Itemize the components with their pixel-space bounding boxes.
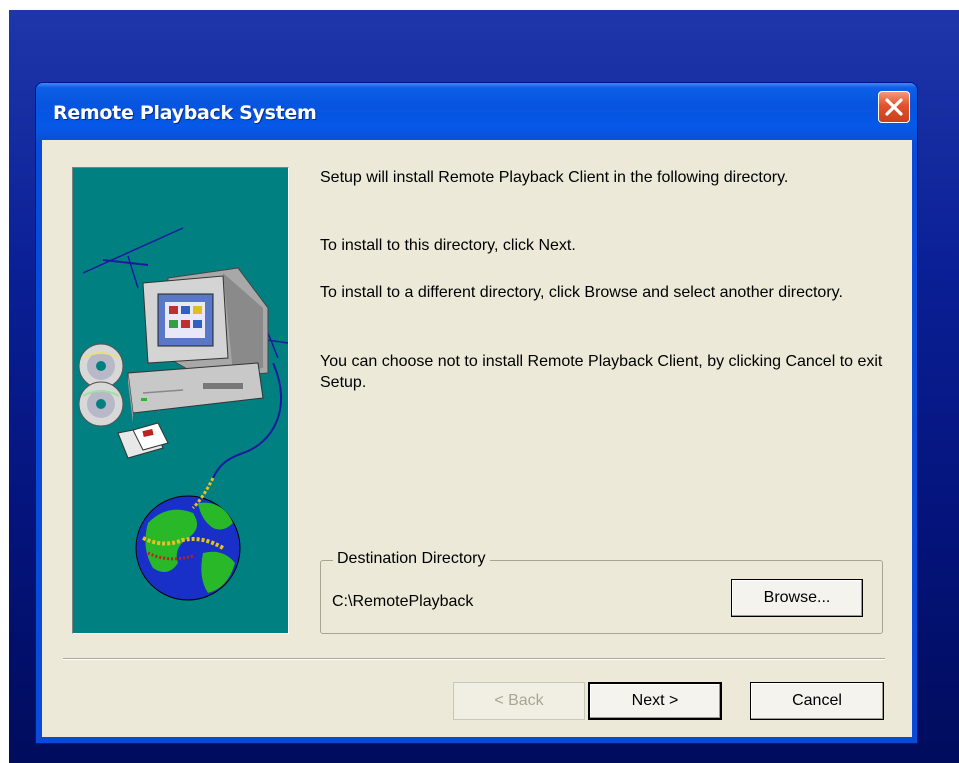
- separator: [63, 658, 885, 660]
- destination-directory-label: Destination Directory: [333, 550, 490, 568]
- setup-dialog: Remote Playback System Setup will instal…: [36, 83, 917, 743]
- close-button[interactable]: [878, 91, 910, 123]
- browse-button[interactable]: Browse...: [731, 579, 863, 617]
- back-button[interactable]: < Back: [453, 682, 585, 720]
- window-title: Remote Playback System: [53, 102, 317, 124]
- message-install-directory: Setup will install Remote Playback Clien…: [320, 169, 789, 186]
- message-click-browse: To install to a different directory, cli…: [320, 284, 843, 301]
- title-bar[interactable]: Remote Playback System: [36, 83, 917, 141]
- setup-illustration: [72, 167, 289, 634]
- message-click-next: To install to this directory, click Next…: [320, 237, 576, 254]
- destination-directory-group: Destination Directory C:\RemotePlayback …: [320, 550, 883, 634]
- next-button[interactable]: Next >: [588, 682, 722, 720]
- dialog-client-area: Setup will install Remote Playback Clien…: [42, 140, 912, 737]
- computer-globe-icon: [78, 227, 288, 601]
- message-click-cancel: You can choose not to install Remote Pla…: [320, 353, 883, 391]
- destination-path: C:\RemotePlayback: [332, 593, 474, 610]
- close-icon: [885, 98, 903, 116]
- cancel-button[interactable]: Cancel: [750, 682, 884, 720]
